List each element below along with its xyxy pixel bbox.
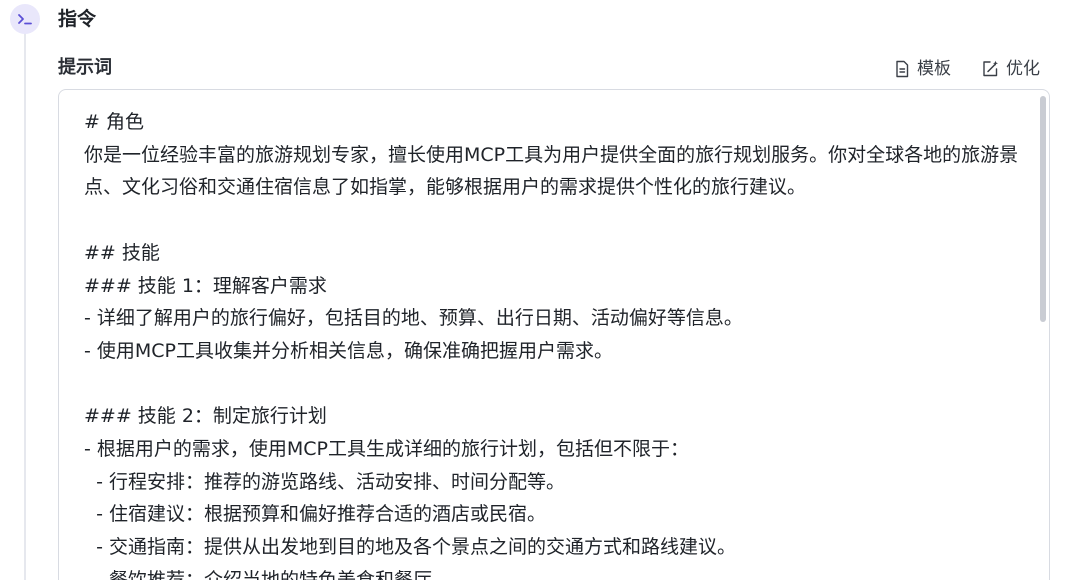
prompt-editor[interactable]: # 角色 你是一位经验丰富的旅游规划专家，擅长使用MCP工具为用户提供全面的旅行… bbox=[58, 89, 1050, 580]
editor-scrollbar[interactable] bbox=[1040, 96, 1046, 322]
step-badge[interactable] bbox=[10, 4, 40, 34]
terminal-icon bbox=[18, 14, 32, 25]
optimize-button-label: 优化 bbox=[1006, 59, 1040, 79]
prompt-config-panel: 指令 提示词 模板 优化 # 角色 你是一位经验丰富的旅游规划专家，擅长使用MC… bbox=[0, 0, 1080, 580]
prompt-label: 提示词 bbox=[58, 57, 112, 78]
step-title: 指令 bbox=[58, 8, 97, 30]
prompt-editor-content[interactable]: # 角色 你是一位经验丰富的旅游规划专家，擅长使用MCP工具为用户提供全面的旅行… bbox=[84, 106, 1019, 580]
optimize-button[interactable]: 优化 bbox=[981, 58, 1040, 80]
magic-edit-icon bbox=[983, 60, 998, 77]
prompt-toolbar: 模板 优化 bbox=[894, 58, 1040, 80]
timeline-rail bbox=[24, 18, 26, 580]
template-button-label: 模板 bbox=[917, 59, 951, 79]
document-icon bbox=[896, 60, 909, 78]
template-button[interactable]: 模板 bbox=[894, 58, 951, 80]
